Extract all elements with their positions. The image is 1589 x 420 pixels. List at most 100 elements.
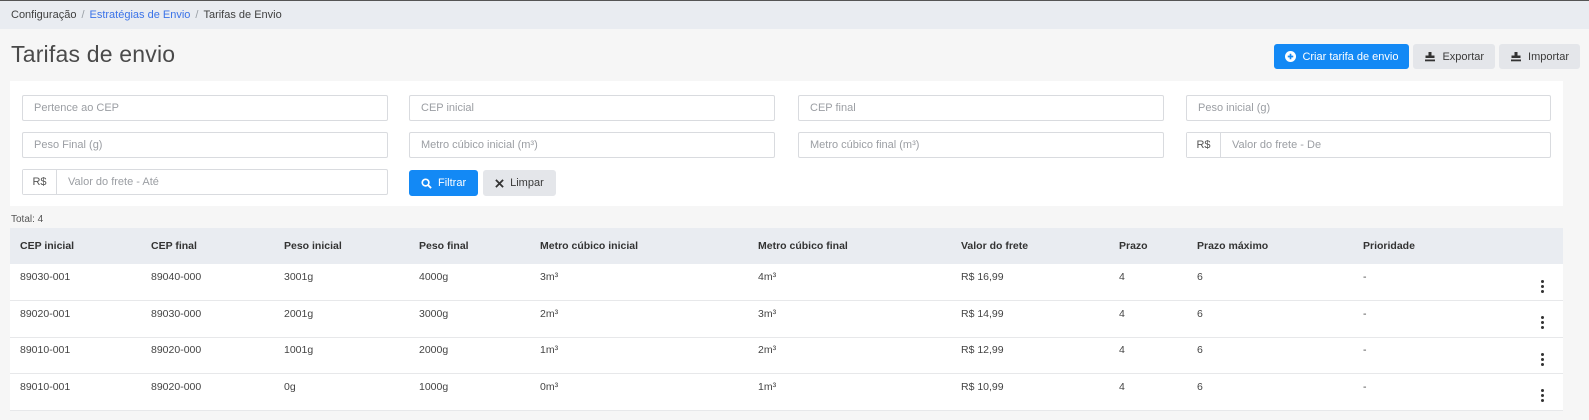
kebab-menu-icon[interactable]	[1528, 389, 1546, 403]
cell-peso-inicial: 0g	[274, 374, 409, 411]
cell-actions	[1503, 264, 1563, 301]
column-header-label: Prioridade	[1363, 240, 1415, 252]
cubic-start-input[interactable]	[410, 133, 774, 157]
cell-actions	[1503, 337, 1563, 374]
weight-start-input[interactable]	[1187, 96, 1550, 120]
breadcrumb-item-configuracao[interactable]: Configuração	[11, 9, 76, 21]
cell-value: 89020-000	[151, 344, 202, 357]
cell-value: 4000g	[419, 271, 449, 283]
cell-prazo-maximo: 6	[1187, 264, 1353, 301]
total-count: Total: 4	[11, 214, 44, 225]
cell-cep-final: 89020-000	[141, 374, 274, 411]
cell-actions	[1503, 301, 1563, 338]
cell-metro-cubico-inicial: 2m³	[530, 301, 748, 338]
cell-value: 0m³	[540, 380, 559, 393]
cell-value: R$ 10,99	[961, 380, 1004, 393]
table-row: 89020-001 89030-000 2001g 3000g 2m³ 3m³ …	[10, 300, 1563, 338]
import-button[interactable]: Importar	[1499, 44, 1580, 69]
search-icon	[421, 177, 432, 189]
import-label: Importar	[1528, 50, 1569, 63]
cell-valor-frete: R$ 12,99	[951, 337, 1109, 374]
column-header-actions	[1503, 228, 1563, 264]
cell-cep-inicial: 89020-001	[10, 301, 141, 338]
cell-peso-inicial: 2001g	[274, 301, 409, 338]
cubic-start-field	[409, 132, 775, 158]
cep-start-field	[409, 95, 775, 121]
column-header-metro-cubico-final: Metro cúbico final	[748, 228, 951, 264]
cell-cep-final: 89040-000	[141, 264, 274, 301]
table-header-row: CEP inicial CEP final Peso inicial Peso …	[10, 228, 1563, 264]
weight-start-field	[1186, 95, 1551, 121]
cell-valor-frete: R$ 16,99	[951, 264, 1109, 301]
column-header-prioridade: Prioridade	[1353, 228, 1503, 264]
cell-value: 89010-001	[20, 344, 71, 357]
cell-prioridade: -	[1353, 301, 1503, 338]
page-actions: Criar tarifa de envio Exportar Importar	[1274, 44, 1580, 69]
cell-cep-final: 89030-000	[141, 301, 274, 338]
cell-prazo: 4	[1109, 264, 1187, 301]
cep-end-input[interactable]	[799, 96, 1163, 120]
filter-label: Filtrar	[438, 177, 467, 189]
cell-value: 6	[1197, 271, 1203, 283]
breadcrumb-item-estrategias[interactable]: Estratégias de Envio	[90, 9, 191, 21]
cell-value: 3m³	[540, 271, 559, 283]
cell-metro-cubico-final: 1m³	[748, 374, 951, 411]
create-rate-button[interactable]: Criar tarifa de envio	[1274, 44, 1410, 69]
cell-value: 89020-001	[20, 307, 71, 320]
column-header-label: Metro cúbico inicial	[540, 240, 639, 252]
cubic-end-field	[798, 132, 1164, 158]
cell-value: R$ 14,99	[961, 307, 1004, 320]
filter-panel: R$ R$ Filtrar Limpar	[10, 81, 1563, 206]
cell-prazo: 4	[1109, 301, 1187, 338]
kebab-menu-icon[interactable]	[1528, 316, 1546, 330]
page-title: Tarifas de envio	[11, 41, 176, 67]
column-header-peso-final: Peso final	[409, 228, 530, 264]
cell-metro-cubico-final: 4m³	[748, 264, 951, 301]
column-header-label: CEP inicial	[20, 240, 75, 252]
breadcrumb-separator: /	[81, 9, 85, 21]
breadcrumb-separator: /	[195, 9, 199, 21]
price-from-input[interactable]	[1221, 133, 1550, 157]
cep-end-field	[798, 95, 1164, 121]
cell-prioridade: -	[1353, 374, 1503, 411]
cell-prazo: 4	[1109, 374, 1187, 411]
cell-peso-final: 4000g	[409, 264, 530, 301]
clear-button[interactable]: Limpar	[483, 170, 556, 196]
cell-valor-frete: R$ 14,99	[951, 301, 1109, 338]
cell-metro-cubico-inicial: 0m³	[530, 374, 748, 411]
currency-prefix: R$	[23, 170, 57, 194]
cell-value: 3m³	[758, 307, 777, 320]
cell-valor-frete: R$ 10,99	[951, 374, 1109, 411]
price-to-field: R$	[22, 169, 388, 195]
cell-peso-inicial: 1001g	[274, 337, 409, 374]
cell-prazo-maximo: 6	[1187, 301, 1353, 338]
weight-end-input[interactable]	[23, 133, 387, 157]
filter-button[interactable]: Filtrar	[409, 170, 479, 196]
cep-belongs-input[interactable]	[23, 96, 387, 120]
cep-belongs-field	[22, 95, 388, 121]
cell-value: 4	[1119, 380, 1125, 393]
cell-metro-cubico-final: 3m³	[748, 301, 951, 338]
table-row: 89010-001 89020-000 0g 1000g 0m³ 1m³ R$ …	[10, 373, 1563, 411]
kebab-menu-icon[interactable]	[1528, 279, 1546, 293]
column-header-prazo-maximo: Prazo máximo	[1187, 228, 1353, 264]
price-to-input[interactable]	[57, 170, 387, 194]
export-button[interactable]: Exportar	[1413, 44, 1496, 69]
cell-value: R$ 12,99	[961, 344, 1004, 357]
cell-value: 3000g	[419, 307, 449, 320]
breadcrumb: Configuração / Estratégias de Envio / Ta…	[0, 1, 1589, 29]
cep-start-input[interactable]	[410, 96, 774, 120]
cell-value: -	[1363, 344, 1367, 357]
cell-actions	[1503, 374, 1563, 411]
cell-value: 6	[1197, 307, 1203, 320]
cell-value: 4	[1119, 271, 1125, 283]
cell-value: 1000g	[419, 380, 449, 393]
price-from-field: R$	[1186, 132, 1551, 158]
kebab-menu-icon[interactable]	[1528, 352, 1546, 366]
cell-value: 2m³	[758, 344, 777, 357]
rates-table: CEP inicial CEP final Peso inicial Peso …	[10, 228, 1563, 411]
create-rate-label: Criar tarifa de envio	[1302, 50, 1399, 63]
cubic-end-input[interactable]	[799, 133, 1163, 157]
cell-cep-final: 89020-000	[141, 337, 274, 374]
cell-value: 6	[1197, 344, 1203, 357]
